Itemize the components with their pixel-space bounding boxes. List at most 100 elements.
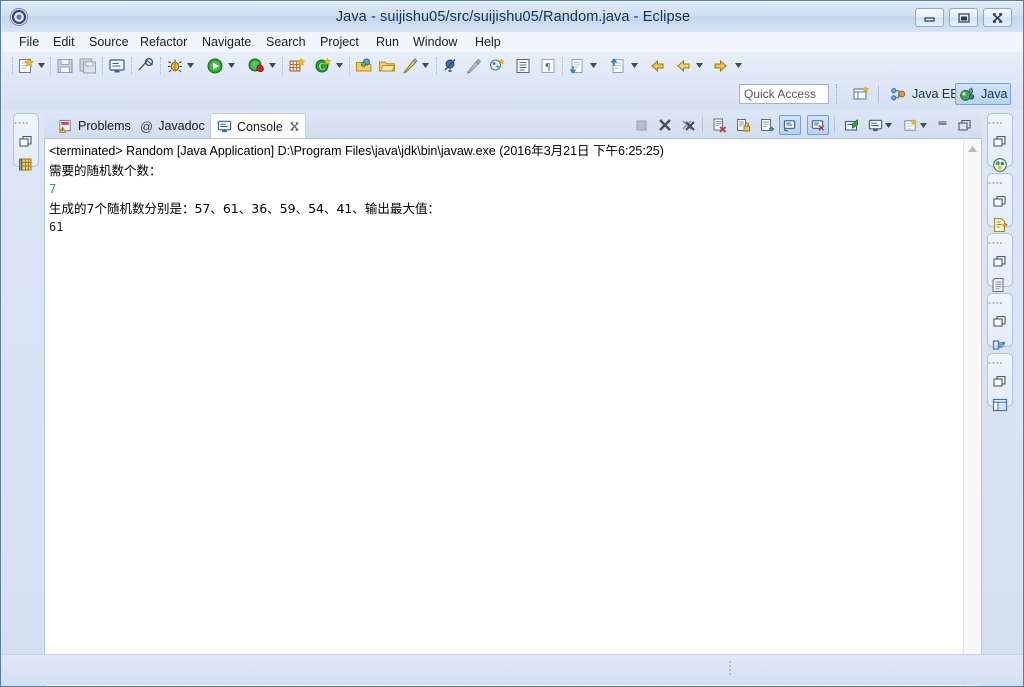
chevron-down-icon[interactable] bbox=[735, 63, 742, 68]
right-stack-tasklist[interactable] bbox=[987, 233, 1013, 292]
run-external-tools-icon[interactable] bbox=[247, 55, 265, 77]
debug-bug-icon[interactable] bbox=[166, 55, 184, 77]
open-folder-icon[interactable] bbox=[378, 55, 396, 77]
tab-problems[interactable]: Problems bbox=[52, 114, 137, 138]
tab-javadoc[interactable]: @ Javadoc bbox=[134, 114, 211, 138]
skip-breakpoint-icon[interactable] bbox=[442, 55, 460, 77]
block-selection-icon[interactable] bbox=[514, 55, 532, 77]
servers-button[interactable] bbox=[990, 155, 1010, 175]
new-class-icon[interactable]: C bbox=[314, 55, 332, 77]
chevron-down-icon[interactable] bbox=[187, 63, 194, 68]
paintbrush-icon[interactable] bbox=[465, 55, 483, 77]
pin-console-button[interactable] bbox=[841, 116, 861, 134]
restore-button[interactable] bbox=[990, 132, 1010, 152]
word-wrap-button[interactable] bbox=[757, 116, 777, 134]
remove-all-terminated-button[interactable] bbox=[678, 116, 698, 134]
pilcrow-icon[interactable]: ¶ bbox=[539, 55, 557, 77]
restore-button[interactable] bbox=[990, 372, 1010, 392]
display-selected-console-button[interactable] bbox=[865, 116, 885, 134]
search-pencil-icon[interactable] bbox=[401, 55, 419, 77]
forward-arrow-yellow-icon[interactable] bbox=[674, 55, 692, 77]
chevron-down-icon[interactable] bbox=[38, 63, 45, 68]
chevron-down-icon[interactable] bbox=[631, 63, 638, 68]
clear-console-button[interactable] bbox=[709, 116, 729, 134]
chevron-down-icon[interactable] bbox=[920, 123, 927, 128]
previous-annotation-icon[interactable] bbox=[609, 55, 627, 77]
minimize-view-button[interactable] bbox=[932, 116, 952, 134]
grip-dots-icon bbox=[988, 242, 1002, 244]
grip-dots-icon bbox=[14, 122, 28, 124]
annotation-icon[interactable] bbox=[488, 55, 506, 77]
grip-dots-icon bbox=[988, 302, 1002, 304]
perspective-java-ee[interactable]: Java EE bbox=[886, 83, 963, 105]
status-grip-icon[interactable] bbox=[729, 661, 731, 677]
left-fastview-stack[interactable] bbox=[13, 113, 39, 171]
restore-icon bbox=[993, 375, 1006, 387]
terminate-button[interactable] bbox=[631, 116, 651, 134]
menu-file[interactable]: File bbox=[13, 32, 45, 52]
open-console-button[interactable] bbox=[900, 116, 920, 134]
close-button[interactable] bbox=[983, 8, 1012, 27]
menu-search[interactable]: Search bbox=[260, 32, 312, 52]
status-bar bbox=[2, 654, 1023, 685]
restore-icon bbox=[993, 315, 1006, 327]
palette-button[interactable] bbox=[990, 395, 1010, 415]
remove-launch-button[interactable] bbox=[655, 116, 675, 134]
restore-button[interactable] bbox=[990, 192, 1010, 212]
menu-refactor[interactable]: Refactor bbox=[134, 32, 193, 52]
run-green-play-icon[interactable] bbox=[206, 55, 224, 77]
next-annotation-icon[interactable] bbox=[568, 55, 586, 77]
maximize-button[interactable] bbox=[949, 8, 978, 27]
outline-button[interactable] bbox=[990, 335, 1010, 355]
open-perspective-button[interactable] bbox=[848, 83, 874, 105]
chevron-down-icon[interactable] bbox=[590, 63, 597, 68]
console-output-area[interactable]: <terminated> Random [Java Application] D… bbox=[46, 140, 962, 686]
minimize-button[interactable] bbox=[915, 8, 944, 27]
chevron-down-icon[interactable] bbox=[696, 63, 703, 68]
chevron-down-icon[interactable] bbox=[336, 63, 343, 68]
restore-button[interactable] bbox=[990, 312, 1010, 332]
scroll-lock-button[interactable] bbox=[733, 116, 753, 134]
right-stack-servers[interactable] bbox=[987, 113, 1013, 172]
menu-edit[interactable]: Edit bbox=[47, 32, 81, 52]
package-explorer-button[interactable] bbox=[16, 155, 36, 175]
breadcrumb-icon[interactable] bbox=[137, 55, 155, 77]
back-arrow-icon[interactable] bbox=[648, 55, 666, 77]
quick-access-input[interactable]: Quick Access bbox=[739, 84, 829, 104]
console-view-icon[interactable] bbox=[108, 55, 126, 77]
menu-navigate[interactable]: Navigate bbox=[196, 32, 257, 52]
restore-icon bbox=[993, 135, 1006, 147]
perspective-java-label: Java bbox=[981, 87, 1008, 101]
menu-window[interactable]: Window bbox=[407, 32, 463, 52]
new-wizard-button[interactable] bbox=[17, 55, 35, 77]
scroll-up-arrow[interactable] bbox=[964, 142, 981, 156]
tab-console[interactable]: Console bbox=[210, 113, 306, 139]
maximize-view-button[interactable] bbox=[954, 116, 974, 134]
restore-button[interactable] bbox=[990, 252, 1010, 272]
chevron-down-icon[interactable] bbox=[269, 63, 276, 68]
menu-source[interactable]: Source bbox=[83, 32, 135, 52]
console-vertical-scrollbar[interactable] bbox=[963, 140, 981, 686]
perspective-java[interactable]: Java bbox=[955, 83, 1012, 105]
save-all-button[interactable] bbox=[79, 55, 97, 77]
console-line: 61 bbox=[49, 220, 64, 234]
menu-project[interactable]: Project bbox=[314, 32, 365, 52]
new-java-project-icon[interactable] bbox=[288, 55, 306, 77]
forward-arrow-icon[interactable] bbox=[712, 55, 730, 77]
show-console-on-output-button[interactable] bbox=[779, 115, 801, 135]
show-console-on-error-button[interactable] bbox=[807, 115, 829, 135]
restore-button[interactable] bbox=[16, 132, 36, 152]
chevron-down-icon[interactable] bbox=[228, 63, 235, 68]
snippets-button[interactable] bbox=[990, 215, 1010, 235]
open-type-icon[interactable] bbox=[355, 55, 373, 77]
right-stack-outline[interactable] bbox=[987, 293, 1013, 350]
right-stack-palette[interactable] bbox=[987, 353, 1013, 412]
chevron-down-icon[interactable] bbox=[422, 63, 429, 68]
save-button[interactable] bbox=[56, 55, 74, 77]
chevron-down-icon[interactable] bbox=[885, 123, 892, 128]
close-icon[interactable] bbox=[290, 122, 299, 131]
task-list-button[interactable] bbox=[990, 275, 1010, 295]
menu-help[interactable]: Help bbox=[469, 32, 507, 52]
menu-run[interactable]: Run bbox=[370, 32, 405, 52]
right-stack-snippets[interactable] bbox=[987, 173, 1013, 232]
